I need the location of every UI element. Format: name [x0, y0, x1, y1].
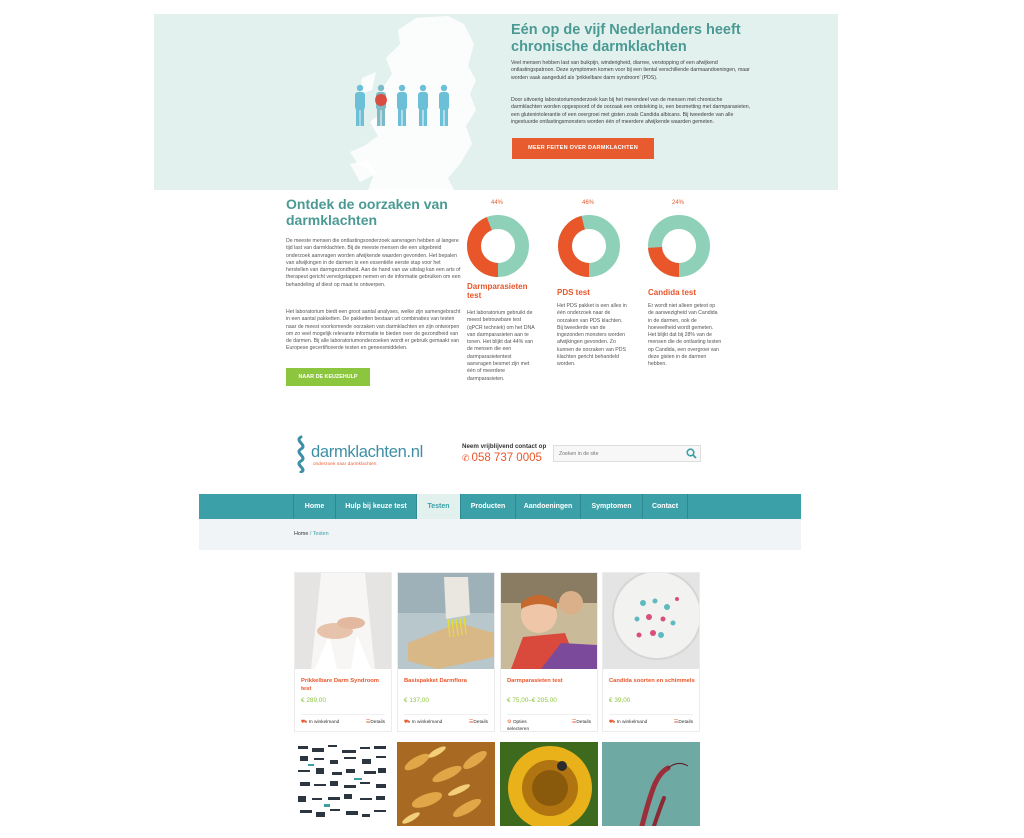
stat-label: PDS test: [557, 288, 590, 297]
breadcrumb-bar: [199, 519, 801, 550]
stat-label: Candida test: [648, 288, 697, 297]
stat-pds: 46% PDS test Het PDS pakket is een alles…: [547, 200, 629, 390]
select-options-label: Opties selecteren: [507, 720, 530, 732]
details-label: Details: [678, 720, 693, 725]
add-to-cart-button[interactable]: ⛟ In winkelmand: [404, 719, 442, 727]
add-to-cart-label: In winkelmand: [616, 720, 648, 725]
stat-percentage: 46%: [581, 200, 594, 206]
product-image[interactable]: [398, 573, 494, 669]
hero-paragraph: Veel mensen hebben last van buikpijn, wi…: [511, 60, 750, 81]
stat-darmparasieten: 44% Darmparasieten test Het laboratorium…: [456, 200, 538, 390]
details-button[interactable]: ☰Details: [572, 719, 591, 725]
search-box: [553, 445, 701, 462]
nav-contact[interactable]: Contact: [642, 494, 688, 519]
search-icon[interactable]: [686, 448, 697, 459]
product-name[interactable]: Darmparasieten test: [507, 677, 595, 685]
details-button[interactable]: ☰Details: [469, 719, 488, 725]
product-image[interactable]: [295, 573, 391, 669]
phone-text: 058 737 0005: [471, 452, 542, 464]
card-divider: [609, 714, 693, 715]
select-options-button[interactable]: ⚙ Opties selecteren: [507, 719, 543, 733]
product-image[interactable]: [501, 573, 597, 669]
hero-title: Eén op de vijf Nederlanders heeft chroni…: [511, 22, 741, 55]
details-button[interactable]: ☰Details: [366, 719, 385, 725]
product-card[interactable]: Darmparasieten test € 75,00–€ 205,00 ⚙ O…: [500, 572, 598, 732]
stat-percentage: 44%: [490, 200, 503, 206]
cart-icon: ⛟: [301, 719, 308, 725]
details-label: Details: [473, 720, 488, 725]
causes-paragraph: De meeste mensen die ontlastingsonderzoe…: [286, 238, 461, 288]
logo-tagline: onderzoek naar darmklachten: [313, 461, 377, 466]
product-image[interactable]: [294, 742, 392, 826]
cart-icon: ⛟: [404, 719, 411, 725]
stat-text: Het PDS pakket is een alles in één onder…: [557, 303, 627, 368]
intestine-logo-icon: [297, 435, 305, 473]
nav-keuze-test[interactable]: Hulp bij keuze test: [335, 494, 416, 519]
people-icon: [355, 84, 449, 126]
product-price: € 75,00–€ 205,00: [507, 697, 557, 704]
stat-text: Het laboratorium gebruikt de meest betro…: [467, 310, 535, 382]
product-name[interactable]: Candida soorten en schimmels: [609, 677, 697, 685]
logo-text: darmklachten.nl: [311, 443, 423, 461]
stat-percentage: 24%: [671, 200, 684, 206]
hero-paragraph: Door uitvoerig laboratoriumonderzoek kan…: [511, 97, 751, 125]
product-price: € 39,00: [609, 697, 631, 704]
add-to-cart-button[interactable]: ⛟ In winkelmand: [301, 719, 339, 727]
product-card[interactable]: Basispakket Darmflora € 137,00 ⛟ In wink…: [397, 572, 495, 732]
add-to-cart-button[interactable]: ⛟ In winkelmand: [609, 719, 647, 727]
product-image[interactable]: [397, 742, 495, 826]
contact-label: Neem vrijblijvend contact op: [462, 443, 547, 450]
nav-symptomen[interactable]: Symptomen: [580, 494, 642, 519]
nav-producten[interactable]: Producten: [460, 494, 515, 519]
product-name[interactable]: Prikkelbare Darm Syndroom test: [301, 677, 389, 693]
more-facts-button[interactable]: MEER FEITEN OVER DARMKLACHTEN: [512, 138, 654, 159]
product-name[interactable]: Basispakket Darmflora: [404, 677, 492, 685]
causes-paragraph: Het laboratorium biedt een groot aantal …: [286, 309, 461, 352]
stat-text: Er wordt niet alleen getest op de aanwez…: [648, 303, 722, 368]
product-price: € 289,00: [301, 697, 326, 704]
phone-icon: ✆: [462, 453, 470, 463]
product-card[interactable]: Candida soorten en schimmels € 39,00 ⛟ I…: [602, 572, 700, 732]
breadcrumb-home[interactable]: Home: [294, 531, 308, 537]
cart-icon: ⛟: [609, 719, 616, 725]
nav-testen[interactable]: Testen: [416, 494, 460, 519]
add-to-cart-label: In winkelmand: [308, 720, 340, 725]
product-image[interactable]: [500, 742, 598, 826]
search-input[interactable]: [554, 446, 682, 461]
choice-help-button[interactable]: NAAR DE KEUZEHULP: [286, 368, 370, 386]
product-price: € 137,00: [404, 697, 429, 704]
card-divider: [404, 714, 488, 715]
hero-banner: Eén op de vijf Nederlanders heeft chroni…: [154, 14, 838, 190]
stat-label: Darmparasieten test: [467, 282, 528, 300]
details-label: Details: [576, 720, 591, 725]
breadcrumb-current: Testen: [312, 531, 329, 537]
logo[interactable]: darmklachten.nl onderzoek naar darmklach…: [292, 435, 423, 473]
product-card[interactable]: Prikkelbare Darm Syndroom test € 289,00 …: [294, 572, 392, 732]
product-image[interactable]: [602, 742, 700, 826]
nav-home[interactable]: Home: [293, 494, 335, 519]
nav-aandoeningen[interactable]: Aandoeningen: [515, 494, 580, 519]
donut-chart: [648, 215, 710, 277]
phone-number[interactable]: ✆ 058 737 0005: [462, 452, 542, 464]
card-divider: [507, 714, 591, 715]
stat-candida: 24% Candida test Er wordt niet alleen ge…: [637, 200, 722, 390]
add-to-cart-label: In winkelmand: [411, 720, 443, 725]
breadcrumb: Home / Testen: [294, 531, 329, 537]
product-image[interactable]: [603, 573, 699, 669]
donut-chart: [558, 215, 620, 277]
causes-title: Ontdek de oorzaken van darmklachten: [286, 196, 448, 228]
main-nav: Home Hulp bij keuze test Testen Producte…: [199, 494, 801, 519]
details-button[interactable]: ☰Details: [674, 719, 693, 725]
donut-chart: [467, 215, 529, 277]
details-label: Details: [370, 720, 385, 725]
settings-icon: ⚙: [507, 719, 512, 725]
card-divider: [301, 714, 385, 715]
breadcrumb-separator: /: [309, 531, 312, 537]
